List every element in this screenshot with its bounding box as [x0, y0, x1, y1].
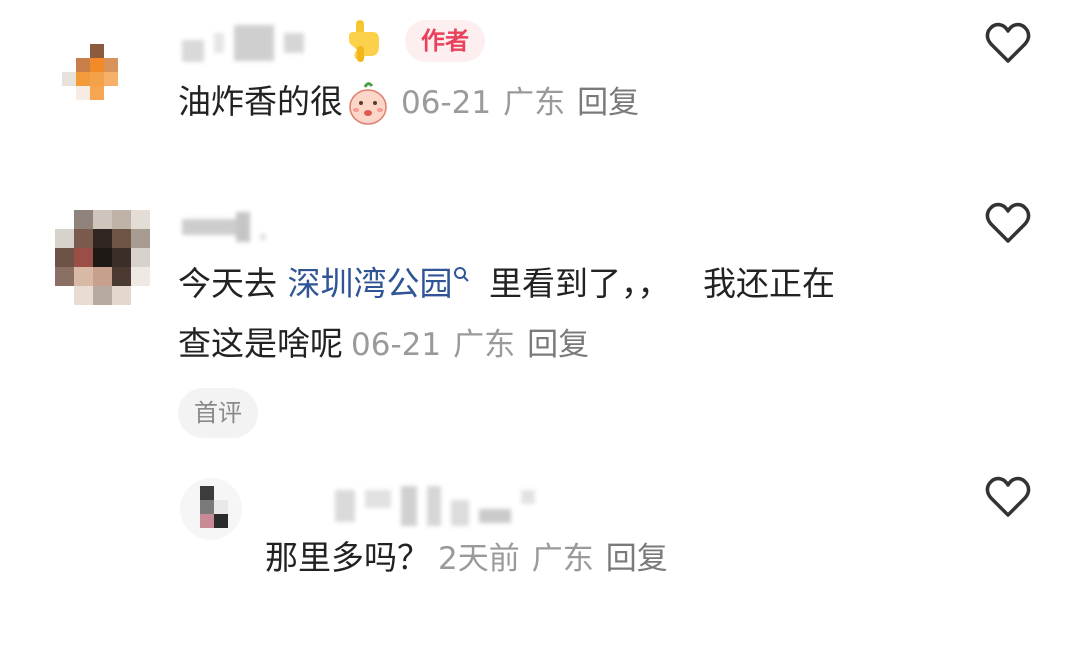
avatar[interactable] [55, 210, 150, 305]
comment-text-line: 油炸香的很 06-21 广东 回复 [178, 80, 651, 127]
comment-text: 今天去 [178, 264, 277, 303]
pouting-face-emoji [349, 81, 387, 125]
heart-outline-icon[interactable] [985, 476, 1031, 518]
heart-outline-icon[interactable] [985, 202, 1031, 244]
topic-link[interactable]: 深圳湾公园 [288, 264, 471, 303]
username-blurred[interactable] [182, 24, 304, 62]
comment-text-line: 那里多吗？ 2天前 广东 回复 [265, 536, 680, 581]
comment-text: 那里多吗？ [265, 538, 430, 577]
first-comment-tag: 首评 [178, 388, 258, 438]
comment-date: 2天前 [438, 541, 520, 577]
username-blurred[interactable] [182, 212, 266, 242]
comment-text: 里看到了，， [489, 264, 671, 303]
comment-location: 广东 [503, 85, 566, 121]
comment-text: 油炸香的很 [178, 82, 343, 121]
avatar[interactable] [180, 478, 242, 540]
author-badge: 作者 [405, 20, 485, 62]
avatar[interactable] [62, 40, 132, 110]
comment-text: 查这是啥呢 [178, 324, 343, 363]
comment-text-line: 今天去 深圳湾公园 里看到了，， 我还正在 [178, 262, 835, 306]
comment-date: 06-21 [401, 85, 492, 121]
username-blurred[interactable] [335, 486, 535, 526]
comment-location: 广东 [531, 541, 594, 577]
comment-location: 广东 [453, 327, 516, 363]
reply-button[interactable]: 回复 [606, 541, 668, 577]
comment-text-line: 查这是啥呢 06-21 广东 回复 [178, 322, 601, 367]
search-icon [453, 267, 469, 282]
reply-button[interactable]: 回复 [527, 327, 589, 363]
reply-button[interactable]: 回复 [577, 85, 639, 121]
comment-date: 06-21 [351, 327, 442, 363]
comment-text: 我还正在 [703, 264, 835, 303]
backhand-index-pointing-down-emoji [349, 20, 379, 62]
heart-outline-icon[interactable] [985, 22, 1031, 64]
